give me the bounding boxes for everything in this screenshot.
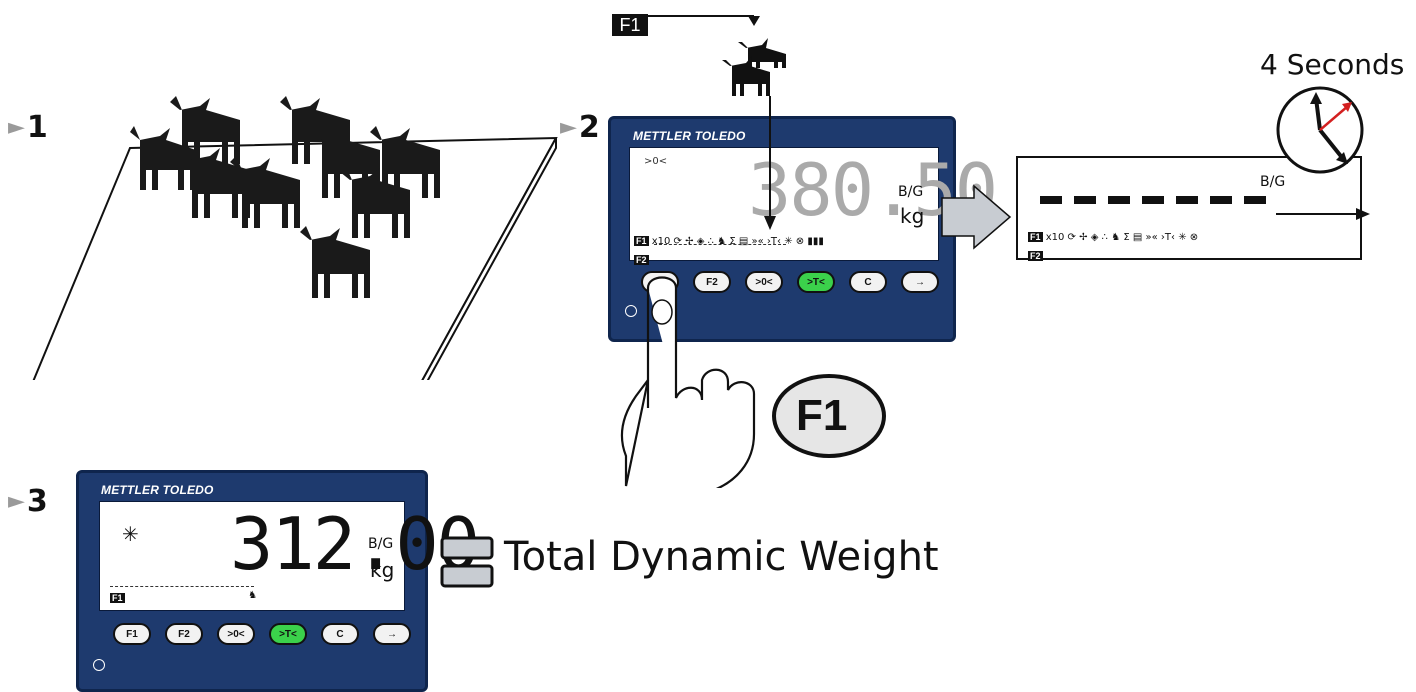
cattle-herd-icon xyxy=(130,96,440,298)
sum-icon: Σ xyxy=(729,236,736,247)
f1-indicator: F1 xyxy=(1028,232,1043,242)
right-block-arrow xyxy=(941,184,1012,250)
f1-key[interactable]: F1 xyxy=(113,623,151,645)
tare-icon: ›T‹ xyxy=(766,236,782,247)
f2-key[interactable]: F2 xyxy=(165,623,203,645)
total-dynamic-weight-caption: Total Dynamic Weight xyxy=(504,534,939,580)
print-key[interactable]: → xyxy=(901,271,939,293)
zero-icon: »« xyxy=(751,236,764,247)
gross-mode-label: B/G xyxy=(1260,174,1286,190)
x10-indicator: x10 xyxy=(1045,232,1065,243)
printer-icon: ▤ xyxy=(738,236,749,247)
step-3-marker: ►3 xyxy=(8,484,48,519)
gross-mode-label: B/G xyxy=(898,184,924,200)
lcd-display: ✳ 312.00 B/G kg F1 ♞ xyxy=(99,501,480,611)
refresh-icon: ⟳ xyxy=(1067,232,1076,243)
target-icon: ◈ xyxy=(1090,232,1099,243)
f2-row: F2 xyxy=(1028,244,1043,263)
stack-icon: ∴ xyxy=(1101,232,1108,243)
clock-icon xyxy=(1276,86,1364,174)
animal-icon: ♞ xyxy=(248,590,257,601)
tare-icon: ›T‹ xyxy=(1160,232,1176,243)
tare-key[interactable]: >T< xyxy=(269,623,307,645)
f1-bracket-line xyxy=(648,15,760,26)
annunciator-row: F1 x10 ⟳ ✢ ◈ ∴ ♞ Σ ▤ »« ›T‹ ✳ ⊗ xyxy=(1028,232,1198,243)
f1-indicator: F1 xyxy=(110,593,125,603)
circle-x-icon: ⊗ xyxy=(1189,232,1199,243)
refresh-icon: ⟳ xyxy=(673,236,682,247)
f1-tag-label: F1 xyxy=(612,14,648,36)
cross-icon: ✢ xyxy=(685,236,694,247)
f1-indicator: F1 xyxy=(634,236,649,246)
right-arrow-exit xyxy=(1276,208,1370,220)
animal-icon: ♞ xyxy=(717,236,727,247)
circle-x-icon: ⊗ xyxy=(795,236,805,247)
lcd-display: >0< 380.50 B/G kg F1 x10 ⟳ ✢ ◈ ∴ ♞ Σ ▤ »… xyxy=(629,147,998,265)
f1-progress-line xyxy=(654,244,786,245)
dashes-display xyxy=(1040,196,1266,204)
step-pointer-icon: ► xyxy=(8,489,25,514)
clear-key[interactable]: C xyxy=(321,623,359,645)
step-number: 3 xyxy=(26,484,48,519)
battery-icon: ▮▮▮ xyxy=(807,236,824,247)
gross-mode-label: B/G xyxy=(368,536,394,552)
f1-progress-line xyxy=(110,586,254,587)
stack-icon: ∴ xyxy=(707,236,714,247)
step-2-marker: ►2 xyxy=(560,110,600,145)
f2-indicator: F2 xyxy=(634,255,649,265)
print-key[interactable]: → xyxy=(373,623,411,645)
animal-weighing-icon xyxy=(722,38,786,96)
printer-icon: ▤ xyxy=(1132,232,1143,243)
f2-row: F2 xyxy=(634,248,649,267)
f1-row: F1 xyxy=(110,586,125,605)
zero-icon: »« xyxy=(1145,232,1158,243)
f1-callout-button: F1 xyxy=(772,374,886,458)
asterisk-icon: ✳ xyxy=(1178,232,1187,243)
target-icon: ◈ xyxy=(696,236,705,247)
cross-icon: ✢ xyxy=(1079,232,1088,243)
terminal-step-3: METTLER TOLEDO ✳ 312.00 B/G kg F1 ♞ F1 F… xyxy=(76,470,480,692)
unit-label: kg xyxy=(900,204,925,228)
brand-logo: METTLER TOLEDO xyxy=(101,483,214,497)
animal-icon: ♞ xyxy=(1111,232,1121,243)
down-arrow xyxy=(764,96,776,230)
zero-key[interactable]: >0< xyxy=(217,623,255,645)
brand-logo: METTLER TOLEDO xyxy=(633,129,746,143)
annunciator-row: F1 x10 ⟳ ✢ ◈ ∴ ♞ Σ ▤ »« ›T‹ ✳ ⊗ ▮▮▮ xyxy=(634,236,824,247)
sum-icon: Σ xyxy=(1123,232,1130,243)
timer-label: 4 Seconds xyxy=(1260,48,1405,81)
step-pointer-icon: ► xyxy=(560,115,577,140)
clear-key[interactable]: C xyxy=(849,271,887,293)
asterisk-icon: ✳ xyxy=(122,522,139,546)
asterisk-icon: ✳ xyxy=(784,236,793,247)
step-number: 2 xyxy=(578,110,600,145)
unit-label: kg xyxy=(370,558,395,582)
f1-callout-label: F1 xyxy=(796,391,848,440)
finger-press-icon xyxy=(620,276,756,488)
zero-indicator: >0< xyxy=(644,156,668,167)
power-led xyxy=(93,659,105,671)
keypad: F1 F2 >0< >T< C → xyxy=(113,623,411,645)
equals-icon xyxy=(440,536,494,588)
f2-indicator: F2 xyxy=(1028,251,1043,261)
x10-indicator: x10 xyxy=(651,236,671,247)
